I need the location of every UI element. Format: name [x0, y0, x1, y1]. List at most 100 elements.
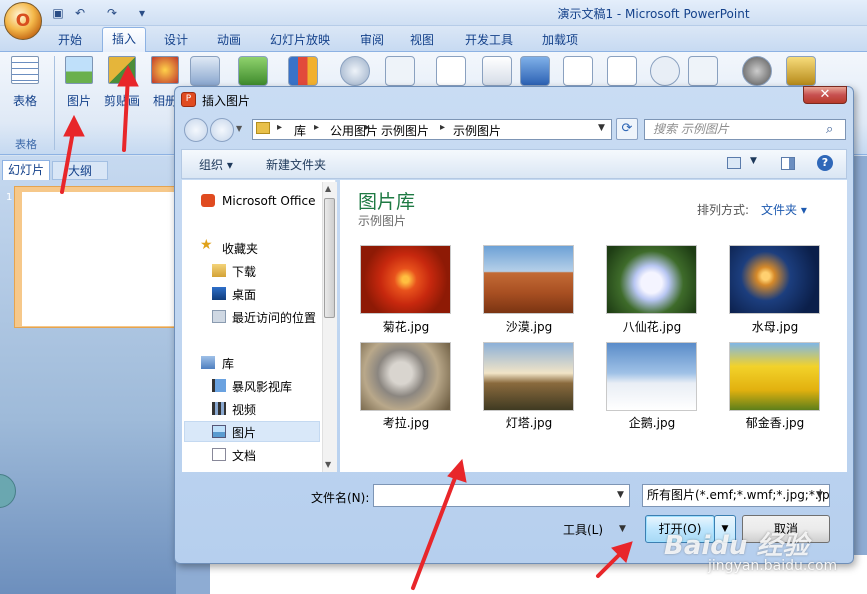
sort-dropdown[interactable]: 文件夹 ▾ — [761, 201, 807, 218]
history-dropdown-icon[interactable]: ▼ — [236, 124, 242, 133]
view-dropdown-icon[interactable]: ▼ — [750, 156, 757, 166]
scroll-down-icon[interactable]: ▼ — [325, 460, 331, 469]
tab-addins[interactable]: 加载项 — [542, 30, 578, 50]
forward-button[interactable] — [210, 118, 234, 142]
search-input[interactable]: 搜索 示例图片 — [644, 119, 846, 140]
nav-desktop[interactable]: 桌面 — [232, 286, 256, 303]
office-button[interactable]: O — [4, 2, 42, 40]
tab-outline[interactable]: 大纲 — [52, 161, 108, 180]
nav-documents[interactable]: 文档 — [232, 447, 256, 464]
filetype-dropdown-icon[interactable]: ▼ — [816, 490, 823, 500]
refresh-icon[interactable]: ⟳ — [616, 118, 638, 140]
table-icon — [11, 56, 39, 84]
baidu-watermark: Baidu 经验 — [664, 531, 809, 561]
file-name[interactable]: 水母.jpg — [715, 318, 835, 335]
save-icon[interactable]: ▣ — [50, 5, 66, 21]
nav-downloads[interactable]: 下载 — [232, 263, 256, 280]
chevron-right-icon[interactable]: ▸ — [314, 122, 319, 133]
tab-slides[interactable]: 幻灯片 — [2, 160, 50, 180]
tab-review[interactable]: 审阅 — [360, 30, 384, 50]
object-icon[interactable] — [688, 56, 718, 86]
tab-insert[interactable]: 插入 — [102, 27, 146, 52]
file-name[interactable]: 考拉.jpg — [346, 414, 466, 431]
file-name[interactable]: 企鹅.jpg — [592, 414, 712, 431]
clipart-button[interactable]: 剪贴画 — [102, 56, 142, 109]
file-name[interactable]: 沙漠.jpg — [469, 318, 589, 335]
nav-favorites[interactable]: 收藏夹 — [222, 240, 258, 257]
breadcrumb-sample-pictures[interactable]: 示例图片 — [381, 122, 429, 139]
smartart-icon[interactable] — [238, 56, 268, 86]
file-thumbnail[interactable] — [360, 245, 451, 314]
sort-label: 排列方式: — [697, 203, 750, 217]
picture-button[interactable]: 图片 — [62, 56, 96, 109]
filetype-select[interactable]: 所有图片(*.emf;*.wmf;*.jpg;*.jp — [642, 484, 830, 507]
office-logo: O — [15, 11, 31, 31]
sound-icon[interactable] — [786, 56, 816, 86]
nav-scrollbar-thumb[interactable] — [324, 198, 335, 318]
filename-input[interactable] — [373, 484, 630, 507]
preview-pane-icon[interactable] — [781, 157, 795, 170]
date-time-icon[interactable] — [563, 56, 593, 86]
file-name[interactable]: 八仙花.jpg — [592, 318, 712, 335]
tab-animation[interactable]: 动画 — [217, 30, 241, 50]
help-icon[interactable]: ? — [817, 155, 833, 171]
table-button[interactable]: 表格 — [8, 56, 42, 109]
nav-pictures[interactable]: 图片 — [232, 424, 256, 441]
address-dropdown-icon[interactable]: ▼ — [598, 123, 605, 133]
breadcrumb-public-pictures[interactable]: 公用图片 — [330, 122, 378, 139]
close-button[interactable]: ✕ — [803, 86, 847, 104]
file-thumbnail[interactable] — [606, 245, 697, 314]
office-icon — [201, 194, 215, 207]
tab-developer[interactable]: 开发工具 — [465, 30, 513, 50]
chevron-right-icon[interactable]: ▸ — [365, 122, 370, 133]
nav-storm-library[interactable]: 暴风影视库 — [232, 378, 292, 395]
search-icon[interactable]: ⌕ — [826, 122, 833, 137]
file-thumbnail[interactable] — [729, 245, 820, 314]
file-name[interactable]: 灯塔.jpg — [469, 414, 589, 431]
scroll-up-icon[interactable]: ▲ — [325, 184, 331, 193]
breadcrumb-libraries[interactable]: 库 — [294, 122, 306, 139]
file-thumbnail[interactable] — [483, 245, 574, 314]
nav-libraries[interactable]: 库 — [222, 355, 234, 372]
window-title: 演示文稿1 - Microsoft PowerPoint — [557, 7, 750, 21]
back-button[interactable] — [184, 118, 208, 142]
organize-button[interactable]: 组织 ▾ — [199, 156, 233, 173]
tab-slideshow[interactable]: 幻灯片放映 — [270, 30, 330, 50]
chart-icon[interactable] — [288, 56, 318, 86]
tools-button[interactable]: 工具(L) — [563, 521, 603, 538]
shapes-icon[interactable] — [190, 56, 220, 86]
file-thumbnail[interactable] — [360, 342, 451, 411]
file-thumbnail[interactable] — [606, 342, 697, 411]
documents-icon — [212, 448, 226, 461]
undo-icon[interactable]: ↶ — [72, 5, 88, 21]
movie-icon[interactable] — [742, 56, 772, 86]
hyperlink-icon[interactable] — [340, 56, 370, 86]
dialog-title: 插入图片 — [202, 94, 251, 108]
nav-microsoft-office[interactable]: Microsoft Office — [222, 194, 315, 208]
tab-design[interactable]: 设计 — [164, 30, 188, 50]
tab-home[interactable]: 开始 — [58, 30, 82, 50]
wordart-icon[interactable] — [520, 56, 550, 86]
slide-number-icon[interactable] — [607, 56, 637, 86]
new-folder-button[interactable]: 新建文件夹 — [266, 156, 326, 173]
breadcrumb-sample-pictures-current[interactable]: 示例图片 — [453, 122, 501, 139]
file-name[interactable]: 菊花.jpg — [346, 318, 466, 335]
textbox-icon[interactable] — [436, 56, 466, 86]
view-icon[interactable] — [727, 157, 741, 169]
chevron-right-icon[interactable]: ▸ — [440, 122, 445, 133]
tools-dropdown-icon[interactable]: ▼ — [619, 524, 626, 534]
library-title: 图片库 — [358, 191, 416, 213]
file-thumbnail[interactable] — [729, 342, 820, 411]
qat-dropdown-icon[interactable]: ▾ — [134, 5, 150, 21]
file-thumbnail[interactable] — [483, 342, 574, 411]
action-icon[interactable] — [385, 56, 415, 86]
tab-view[interactable]: 视图 — [410, 30, 434, 50]
nav-recent-places[interactable]: 最近访问的位置 — [232, 309, 316, 326]
redo-icon[interactable]: ↷ — [104, 5, 120, 21]
nav-videos[interactable]: 视频 — [232, 401, 256, 418]
symbol-icon[interactable] — [650, 56, 680, 86]
header-footer-icon[interactable] — [482, 56, 512, 86]
file-name[interactable]: 郁金香.jpg — [715, 414, 835, 431]
chevron-right-icon[interactable]: ▸ — [277, 122, 282, 133]
filename-dropdown-icon[interactable]: ▼ — [617, 490, 624, 500]
